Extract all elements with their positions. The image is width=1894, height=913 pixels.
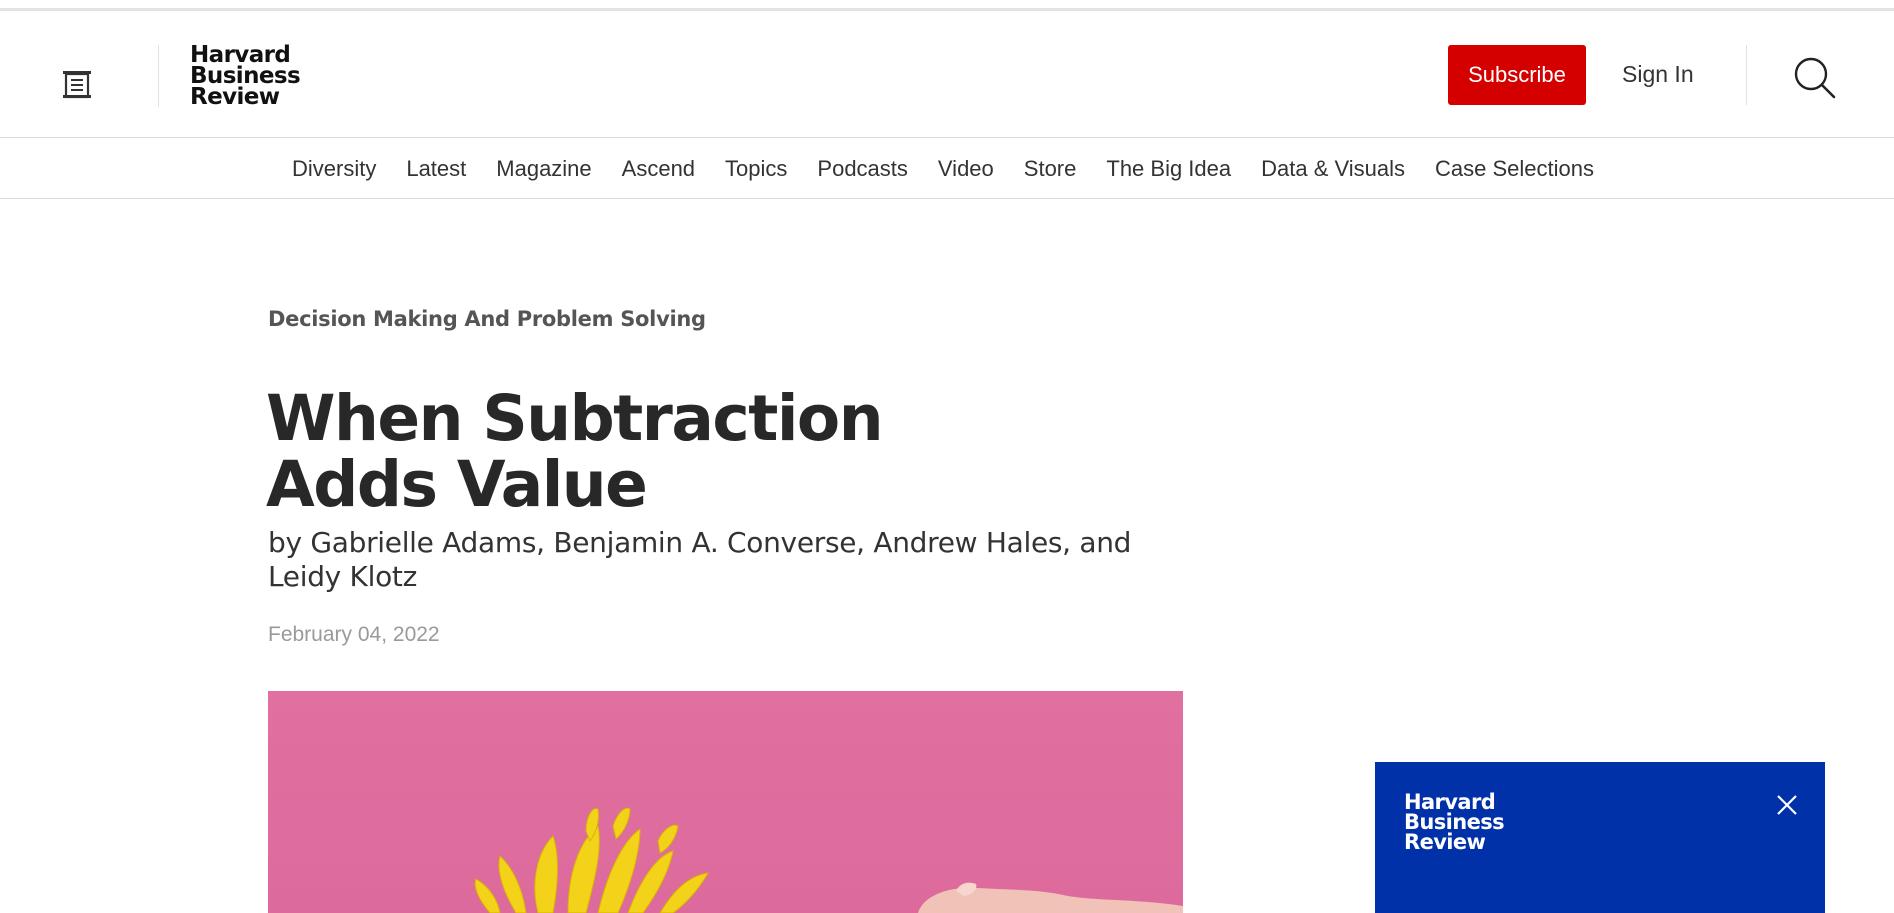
site-header: Harvard Business Review Subscribe Sign I… [0, 11, 1894, 138]
nav-item-ascend[interactable]: Ascend [607, 156, 710, 182]
search-icon [1794, 57, 1836, 99]
article-byline: by Gabrielle Adams, Benjamin A. Converse… [268, 526, 1132, 593]
search-button[interactable] [1792, 55, 1838, 101]
article-date: February 04, 2022 [268, 623, 440, 646]
nav-item-topics[interactable]: Topics [710, 156, 802, 182]
close-icon [1777, 795, 1797, 815]
subscribe-button[interactable]: Subscribe [1448, 45, 1586, 105]
nav-item-diversity[interactable]: Diversity [277, 156, 391, 182]
logo-line: Review [190, 84, 280, 110]
article-topic-link[interactable]: Decision Making And Problem Solving [268, 307, 706, 331]
menu-button[interactable] [58, 67, 96, 101]
hbr-logo[interactable]: Harvard Business Review [190, 44, 301, 110]
nav-item-store[interactable]: Store [1009, 156, 1092, 182]
promo-logo: Harvard Business Review [1404, 790, 1505, 854]
nav-item-big-idea[interactable]: The Big Idea [1091, 156, 1246, 182]
menu-icon [63, 71, 91, 99]
header-divider [1746, 45, 1747, 105]
promo-panel: Harvard Business Review [1375, 762, 1825, 913]
nav-item-magazine[interactable]: Magazine [481, 156, 606, 182]
nav-item-podcasts[interactable]: Podcasts [802, 156, 923, 182]
hero-image [268, 691, 1183, 913]
sign-in-link[interactable]: Sign In [1622, 61, 1694, 88]
main-nav: Diversity Latest Magazine Ascend Topics … [0, 139, 1894, 199]
promo-logo-line: Review [1404, 830, 1486, 854]
promo-logo-line: Harvard [1404, 790, 1496, 814]
article-title: When Subtraction Adds Value [266, 382, 884, 521]
nav-item-data-visuals[interactable]: Data & Visuals [1246, 156, 1420, 182]
promo-logo-line: Business [1404, 810, 1505, 834]
nav-item-latest[interactable]: Latest [391, 156, 481, 182]
nav-item-video[interactable]: Video [923, 156, 1009, 182]
header-divider [158, 45, 159, 107]
nav-item-case-selections[interactable]: Case Selections [1420, 156, 1609, 182]
promo-close-button[interactable] [1774, 792, 1800, 818]
flower-illustration [474, 807, 1183, 913]
